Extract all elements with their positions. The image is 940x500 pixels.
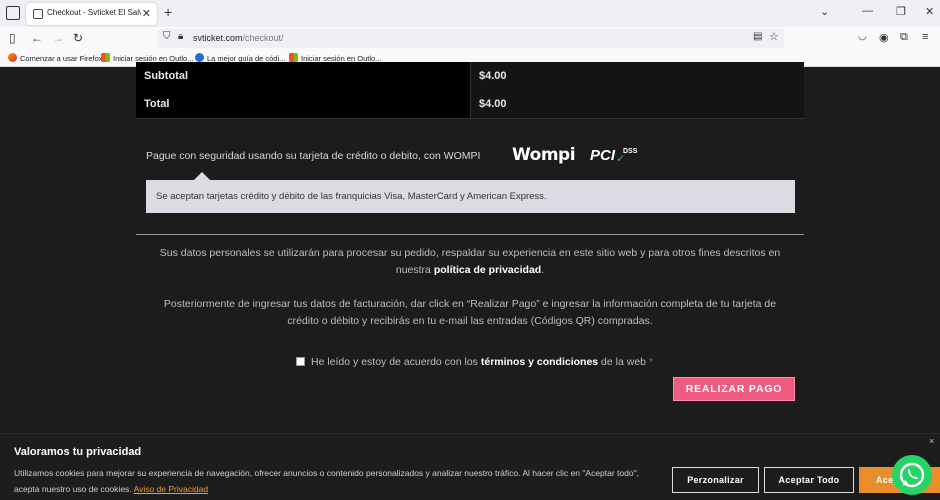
pci-logo-text: PCI <box>590 147 616 164</box>
browser-tab-bar: Checkout - Svticket El Salvador ✕ + ⌄ — … <box>0 0 940 27</box>
tab-overview-icon[interactable] <box>6 6 20 20</box>
whatsapp-icon[interactable] <box>892 455 932 495</box>
privacy-paragraph: Sus datos personales se utilizarán para … <box>150 245 790 279</box>
terms-row: He leído y estoy de acuerdo con los térm… <box>296 356 653 368</box>
terms-checkbox[interactable] <box>296 357 305 366</box>
menu-icon[interactable]: ≡ <box>922 31 928 43</box>
browser-nav-bar: ▯ ← → ↻ ⛉ 🔒︎ svticket.com/checkout/ ▤ ☆ … <box>0 27 940 50</box>
globe-icon <box>195 53 204 62</box>
cookie-banner: × Valoramos tu privacidad Utilizamos coo… <box>0 433 940 500</box>
cookie-text: Utilizamos cookies para mejorar su exper… <box>14 465 654 497</box>
back-icon[interactable]: ← <box>31 31 43 45</box>
shield-icon[interactable]: ⛉ <box>163 31 171 42</box>
reload-icon[interactable]: ↻ <box>73 31 83 45</box>
row-label: Subtotal <box>144 70 188 82</box>
tab-close-icon[interactable]: ✕ <box>142 7 151 20</box>
extensions-icon[interactable]: ⧉ <box>900 31 908 44</box>
terms-text-end: de la web <box>598 356 649 368</box>
required-asterisk: * <box>648 356 654 368</box>
pci-dss-logo: PCI ✓ DSS <box>590 146 642 166</box>
divider <box>136 234 804 235</box>
firefox-icon <box>8 53 17 62</box>
url-text[interactable]: svticket.com/checkout/ <box>193 33 284 43</box>
account-icon[interactable]: ◉ <box>879 31 889 44</box>
terms-link[interactable]: términos y condiciones <box>481 356 598 368</box>
browser-tab[interactable]: Checkout - Svticket El Salvador ✕ <box>26 3 157 25</box>
sidebar-icon[interactable]: ▯ <box>9 31 16 45</box>
dss-logo-text: DSS <box>623 148 638 155</box>
restore-icon[interactable]: ❐ <box>896 5 906 18</box>
url-path: /checkout/ <box>242 33 284 43</box>
bookmark-label: Comenzar a usar Firefox <box>20 54 103 63</box>
row-divider <box>136 118 804 119</box>
minimize-icon[interactable]: — <box>862 5 873 17</box>
microsoft-icon <box>101 53 110 62</box>
pocket-icon[interactable]: ◡ <box>858 31 867 42</box>
url-host: svticket.com <box>193 33 243 43</box>
tab-list-chevron-icon[interactable]: ⌄ <box>820 5 829 18</box>
forward-icon[interactable]: → <box>52 31 64 45</box>
payment-notice: Se aceptan tarjetas crédito y débito de … <box>146 172 795 213</box>
row-value: $4.00 <box>479 70 507 82</box>
accept-all-button[interactable]: Aceptar Todo <box>764 467 854 493</box>
new-tab-icon[interactable]: + <box>164 4 172 20</box>
cookie-privacy-link[interactable]: Aviso de Privacidad <box>134 484 209 494</box>
payment-notice-text: Se aceptan tarjetas crédito y débito de … <box>156 191 547 202</box>
cookie-body: Utilizamos cookies para mejorar su exper… <box>14 468 639 494</box>
cookie-close-icon[interactable]: × <box>929 436 934 446</box>
bookmark-item[interactable]: Comenzar a usar Firefox <box>8 53 103 63</box>
row-value: $4.00 <box>479 98 507 110</box>
tab-favicon-icon <box>33 9 43 19</box>
url-bar[interactable]: ⛉ 🔒︎ svticket.com/checkout/ ▤ ☆ <box>157 29 784 48</box>
close-window-icon[interactable]: ✕ <box>925 5 934 18</box>
table-row: Total $4.00 <box>136 90 804 118</box>
cookie-title: Valoramos tu privacidad <box>14 446 142 458</box>
instructions-paragraph: Posteriormente de ingresar tus datos de … <box>163 298 777 327</box>
row-label: Total <box>144 98 170 110</box>
reader-view-icon[interactable]: ▤ <box>753 31 762 42</box>
tab-title: Checkout - Svticket El Salvador <box>47 8 141 17</box>
table-row: Subtotal $4.00 <box>136 62 804 90</box>
customize-button[interactable]: Perzonalizar <box>672 467 759 493</box>
privacy-text-end: . <box>541 264 545 276</box>
terms-text: He leído y estoy de acuerdo con los <box>311 356 481 368</box>
wompi-logo: Wompi <box>512 145 576 165</box>
place-order-button[interactable]: REALIZAR PAGO <box>673 377 795 401</box>
lock-icon[interactable]: 🔒︎ <box>178 31 183 42</box>
bookmark-star-icon[interactable]: ☆ <box>769 30 779 43</box>
privacy-policy-link[interactable]: política de privacidad <box>434 264 541 276</box>
microsoft-icon <box>289 53 298 62</box>
payment-method-text[interactable]: Pague con seguridad usando su tarjeta de… <box>146 150 480 162</box>
